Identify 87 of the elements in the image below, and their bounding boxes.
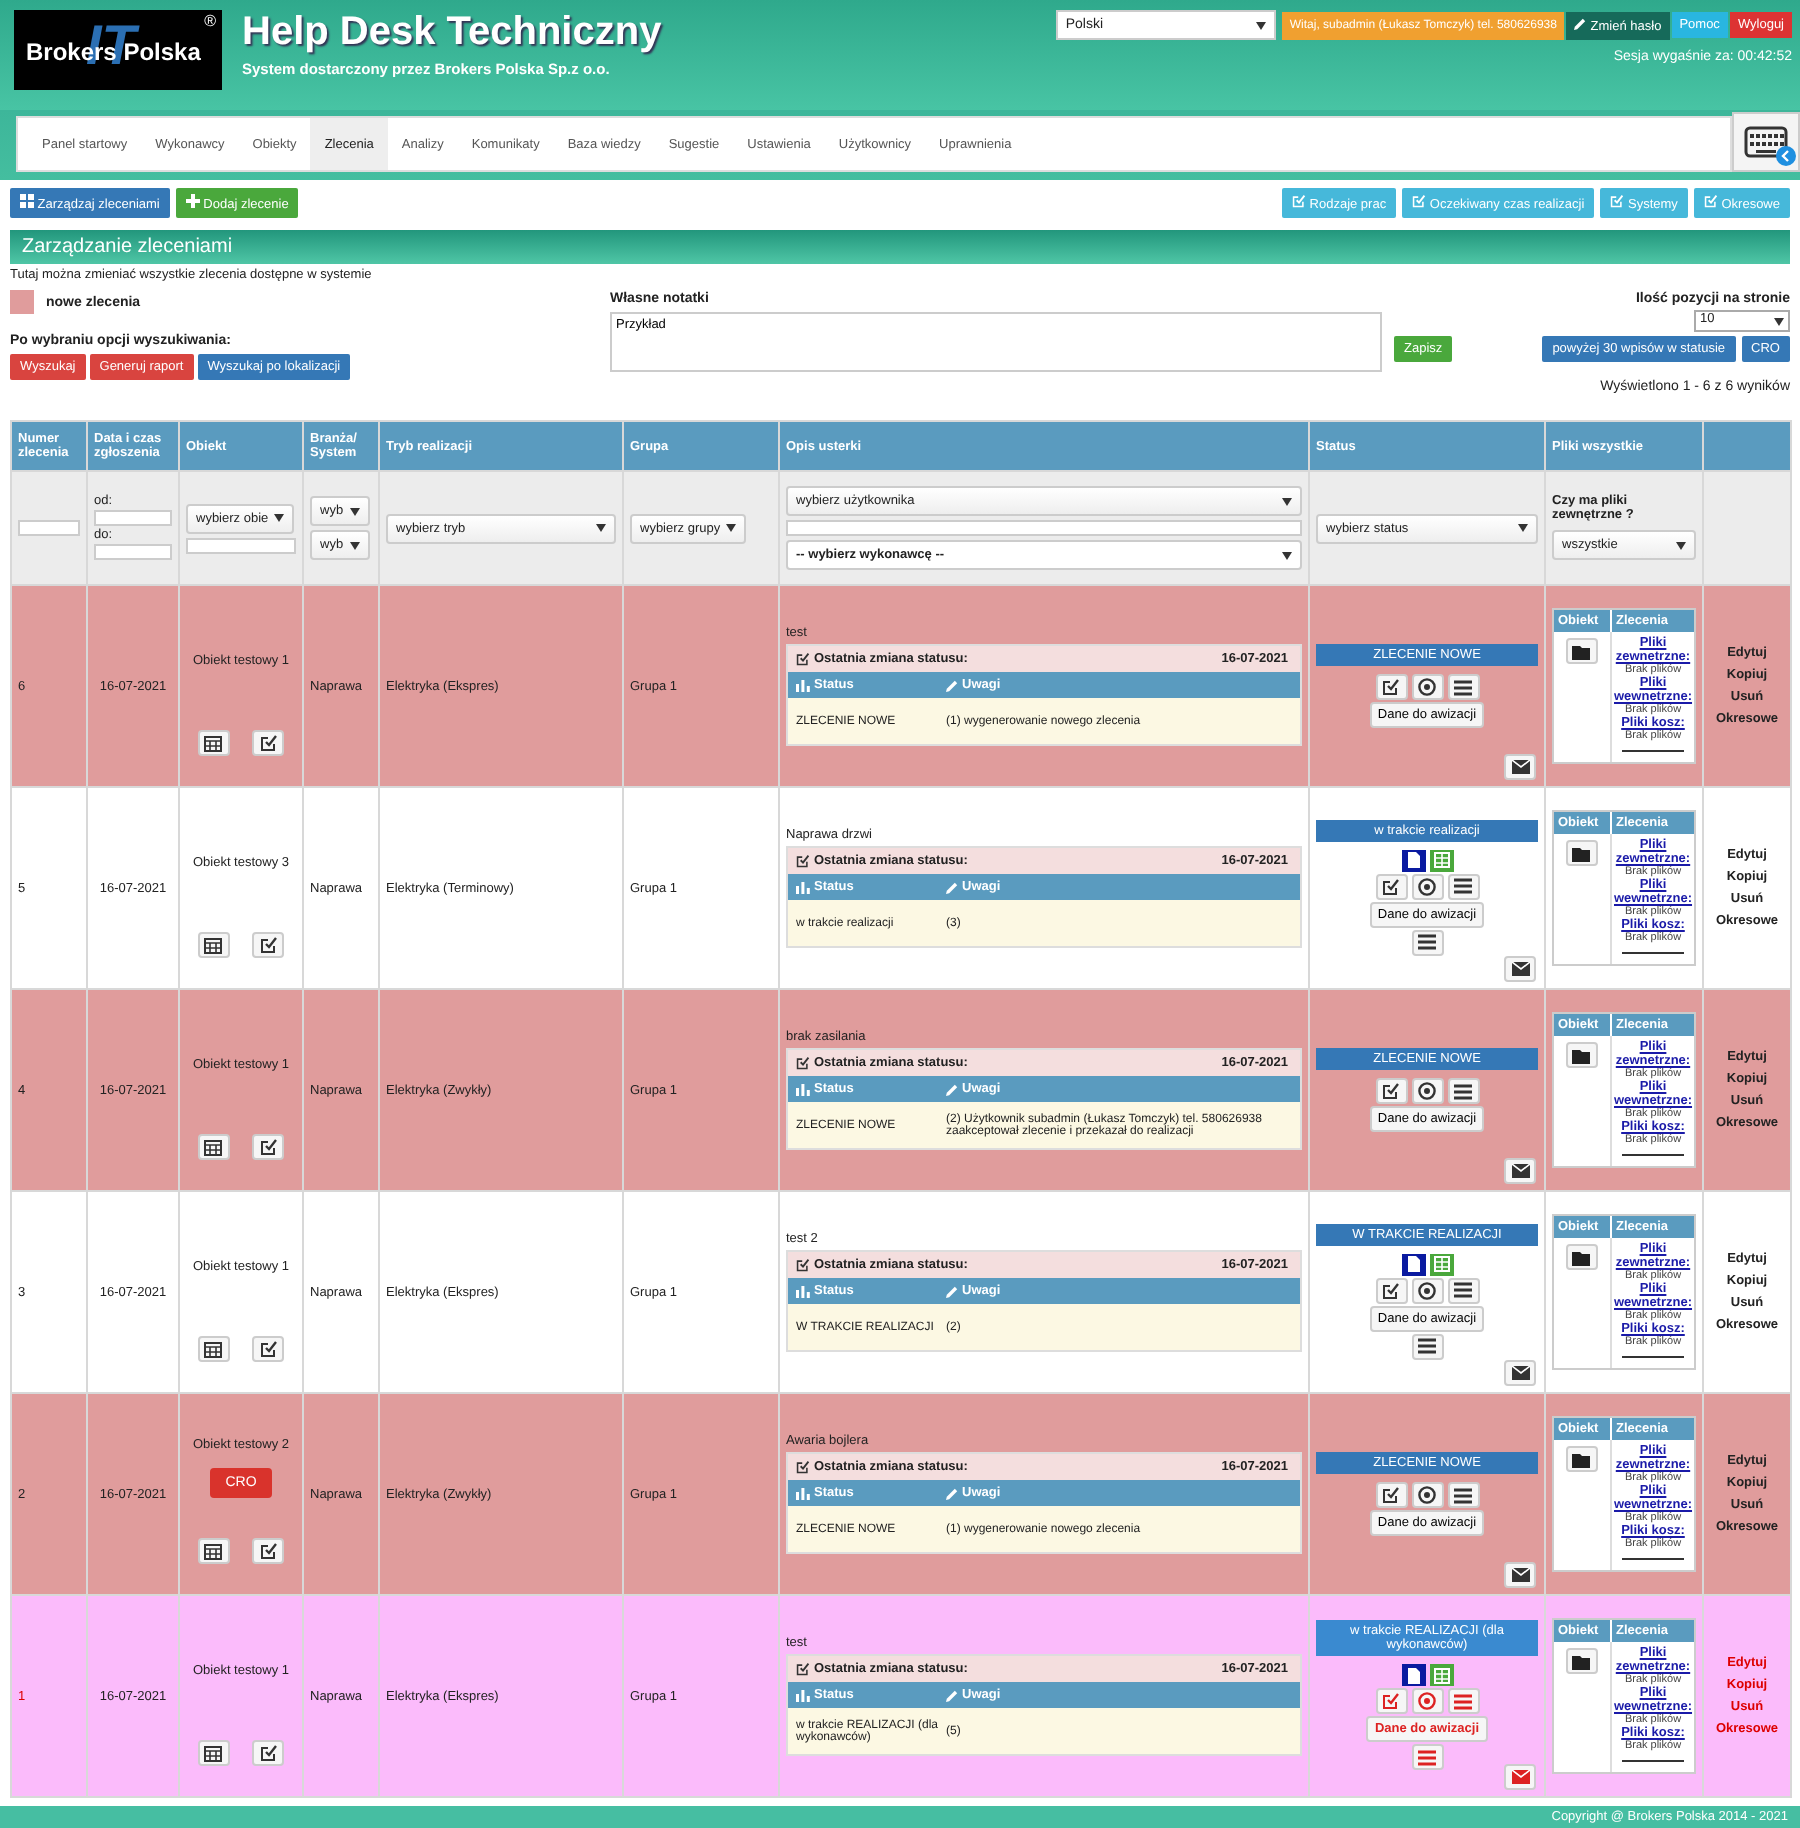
edit-check-icon[interactable] [1375, 1078, 1407, 1104]
to-field[interactable] [94, 544, 172, 560]
envelope-icon[interactable] [1504, 1562, 1536, 1588]
folder-icon[interactable] [1566, 1446, 1598, 1472]
calendar-icon[interactable] [197, 1538, 230, 1564]
caret-icon [1512, 524, 1528, 532]
target-icon[interactable] [1411, 674, 1443, 700]
calendar-icon[interactable] [197, 1336, 230, 1362]
bar-chart-icon [796, 1284, 810, 1298]
edit-check-icon[interactable] [252, 1336, 285, 1362]
calendar-icon[interactable] [197, 932, 230, 958]
caret-icon [268, 514, 285, 522]
edit-check-icon [796, 1258, 810, 1272]
chevron-left-icon[interactable] [1776, 146, 1796, 166]
edit-check-icon[interactable] [1375, 1277, 1407, 1303]
bar-chart-icon [796, 880, 810, 894]
list-icon[interactable] [1447, 674, 1479, 700]
folder-icon[interactable] [1566, 638, 1598, 664]
bar-chart-icon [796, 1082, 810, 1096]
folder-icon[interactable] [1566, 840, 1598, 866]
target-icon[interactable] [1411, 1482, 1443, 1508]
edit-check-icon [1703, 193, 1718, 207]
legend-swatch [10, 290, 34, 314]
caret-icon [590, 524, 606, 532]
edit-check-icon[interactable] [252, 1740, 285, 1766]
list-icon[interactable] [1411, 1333, 1443, 1359]
edit-check-icon[interactable] [252, 1134, 285, 1160]
edit-check-icon [1291, 193, 1306, 207]
plus-icon [185, 193, 200, 207]
bar-chart-icon [796, 1688, 810, 1702]
target-icon[interactable] [1411, 873, 1443, 899]
document-icon[interactable] [1401, 1253, 1425, 1275]
keyboard-icon [1744, 126, 1788, 158]
app-title: Help Desk Techniczny [242, 10, 662, 56]
pencil-icon [946, 1689, 958, 1701]
envelope-icon[interactable] [1504, 754, 1536, 780]
grid-icon [20, 193, 34, 207]
pencil-icon [1574, 17, 1587, 29]
list-icon[interactable] [1447, 873, 1479, 899]
caret-icon [1670, 541, 1686, 549]
envelope-icon[interactable] [1504, 956, 1536, 982]
edit-check-icon[interactable] [252, 1538, 285, 1564]
edit-check-icon[interactable] [252, 932, 285, 958]
edit-check-icon[interactable] [1375, 674, 1407, 700]
folder-icon[interactable] [1566, 1042, 1598, 1068]
list-icon[interactable] [1447, 1078, 1479, 1104]
pencil-icon [946, 881, 958, 893]
from-field[interactable] [94, 510, 172, 526]
calendar-icon[interactable] [197, 730, 230, 756]
edit-check-icon[interactable] [252, 730, 285, 756]
caret-icon [1768, 317, 1784, 325]
user-field[interactable] [786, 520, 1302, 536]
target-icon[interactable] [1411, 1078, 1443, 1104]
folder-icon[interactable] [1566, 1648, 1598, 1674]
document-icon[interactable] [1401, 849, 1425, 871]
keyboard-widget[interactable] [1732, 112, 1800, 172]
list-icon[interactable] [1411, 929, 1443, 955]
caret-icon [1276, 551, 1292, 559]
bar-chart-icon [796, 678, 810, 692]
edit-check-icon[interactable] [1375, 1688, 1407, 1714]
panel-title: Zarządzanie zleceniami [10, 230, 1790, 264]
envelope-icon[interactable] [1504, 1158, 1536, 1184]
edit-check-icon [1610, 193, 1625, 207]
caret-icon [720, 524, 737, 532]
edit-check-icon [796, 1056, 810, 1070]
pencil-icon [946, 679, 958, 691]
edit-check-icon [796, 854, 810, 868]
pencil-icon [946, 1285, 958, 1297]
edit-check-icon [1412, 193, 1427, 207]
calendar-icon[interactable] [197, 1134, 230, 1160]
list-icon[interactable] [1447, 1482, 1479, 1508]
folder-icon[interactable] [1566, 1244, 1598, 1270]
caret-icon [1276, 497, 1292, 505]
edit-check-icon [796, 1662, 810, 1676]
object-field[interactable] [186, 537, 296, 553]
edit-check-icon [796, 652, 810, 666]
pencil-icon [946, 1487, 958, 1499]
list-icon[interactable] [1447, 1277, 1479, 1303]
calendar-icon[interactable] [197, 1740, 230, 1766]
document-icon[interactable] [1401, 1664, 1425, 1686]
target-icon[interactable] [1411, 1277, 1443, 1303]
edit-check-icon[interactable] [1375, 873, 1407, 899]
edit-check-icon[interactable] [1375, 1482, 1407, 1508]
envelope-icon[interactable] [1504, 1360, 1536, 1386]
bar-chart-icon [796, 1486, 810, 1500]
edit-check-icon [796, 1460, 810, 1474]
pencil-icon [946, 1083, 958, 1095]
